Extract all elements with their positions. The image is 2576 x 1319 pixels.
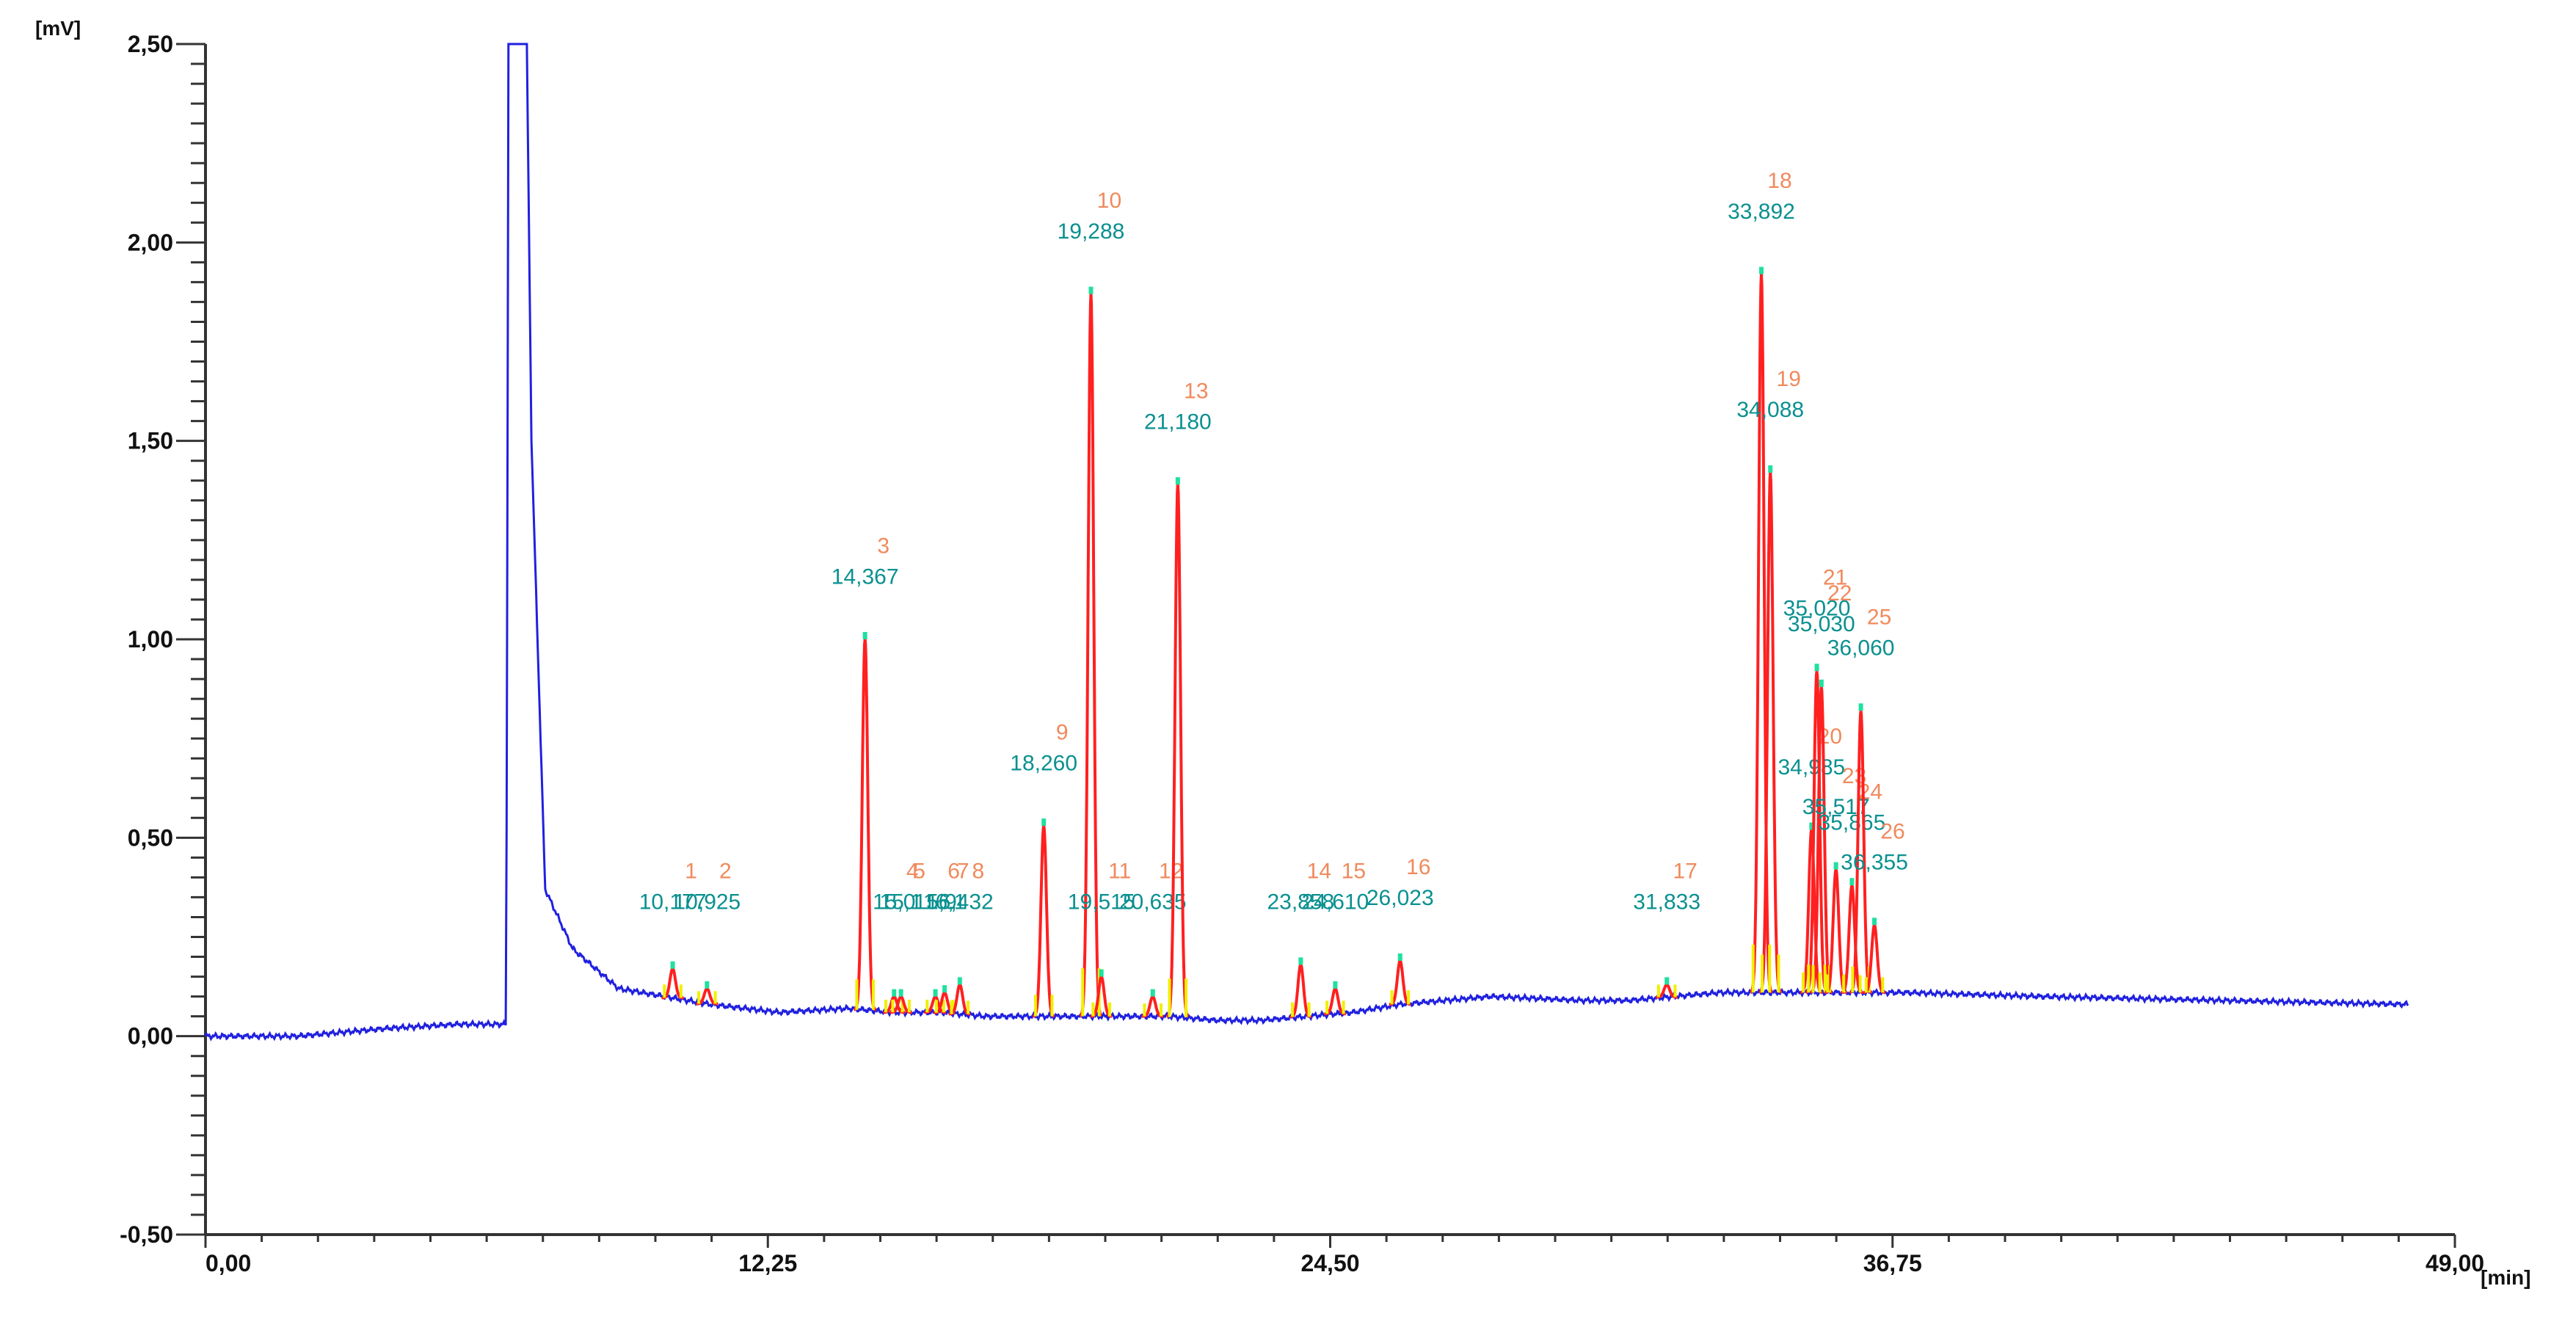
peak-4: 15,04	[873, 860, 919, 1014]
peak-retention-time: 34,985	[1778, 755, 1845, 780]
peak-retention-time: 16,432	[926, 890, 994, 915]
peak-number: 15	[1342, 860, 1366, 884]
y-tick-label: 0,00	[128, 1023, 173, 1050]
peak-apex-marker	[1041, 818, 1047, 826]
peaks-layer: 10,177110,925214,367315,0415,1515,9616,1…	[639, 169, 1908, 1019]
peak-apex-marker	[1397, 953, 1402, 961]
peak-apex-marker	[957, 977, 962, 985]
peak-apex-marker	[1175, 477, 1180, 485]
peak-apex-marker	[942, 985, 947, 993]
peak-retention-time: 24,610	[1301, 890, 1369, 915]
y-axis-unit: [mV]	[35, 17, 81, 40]
peak-number: 14	[1307, 860, 1331, 884]
peak-18: 33,892 18	[1728, 169, 1795, 994]
peak-retention-time: 14,367	[832, 564, 899, 589]
peak-2: 10,925 2	[673, 860, 741, 1006]
peak-apex-marker	[892, 989, 897, 997]
x-axis-unit: [min]	[2481, 1266, 2530, 1289]
peak-apex-marker	[1858, 703, 1863, 711]
peak-apex-marker	[898, 989, 903, 997]
peak-apex-marker	[1758, 266, 1764, 275]
peak-number: 19	[1777, 367, 1801, 391]
y-tick-label: 1,50	[128, 428, 173, 454]
peak-retention-time: 36,355	[1841, 851, 1908, 875]
y-tick-label: -0,50	[120, 1221, 173, 1248]
peak-5: 15,15	[879, 860, 925, 1014]
peak-number: 7	[957, 860, 969, 884]
peak-14: 23,85814	[1267, 860, 1334, 1019]
peak-number: 12	[1159, 860, 1183, 884]
peak-19: 34,088 19	[1736, 367, 1804, 994]
y-tick-label: 0,50	[128, 824, 173, 851]
peak-number: 22	[1827, 581, 1852, 606]
peak-apex-marker	[705, 981, 710, 989]
peak-apex-marker	[1150, 989, 1155, 997]
peak-number: 2	[719, 860, 732, 884]
y-tick-label: 2,00	[128, 229, 173, 255]
peak-number: 26	[1880, 820, 1904, 844]
y-tick-label: 2,50	[128, 31, 173, 57]
peak-apex-marker	[1333, 981, 1338, 989]
x-tick-label: 24,50	[1300, 1250, 1359, 1276]
peak-retention-time: 34,088	[1736, 398, 1804, 422]
peak-apex-marker	[1819, 679, 1824, 687]
peak-13: 21,180 13	[1144, 379, 1212, 1019]
y-tick-label: 1,00	[128, 626, 173, 653]
peak-apex-marker	[1768, 465, 1773, 473]
peak-number: 10	[1097, 189, 1121, 213]
peak-apex-marker	[933, 989, 938, 997]
peak-number: 1	[685, 860, 697, 884]
peak-apex-marker	[1872, 918, 1877, 926]
peak-apex-marker	[1298, 957, 1303, 965]
peak-number: 18	[1767, 169, 1791, 193]
x-tick-label: 0,00	[205, 1250, 251, 1276]
peak-1: 10,1771	[639, 860, 706, 1000]
peak-retention-time: 20,635	[1119, 890, 1187, 915]
peak-apex-marker	[1664, 977, 1670, 985]
peak-retention-time: 35,030	[1788, 612, 1855, 636]
peak-retention-time: 19,288	[1058, 219, 1125, 244]
peak-apex-marker	[1849, 878, 1855, 886]
peak-number: 3	[877, 534, 889, 558]
peak-apex-marker	[862, 632, 867, 639]
peak-apex-marker	[1099, 969, 1104, 977]
peak-retention-time: 35,865	[1819, 811, 1886, 835]
peak-number: 13	[1184, 379, 1208, 403]
peak-number: 25	[1867, 606, 1891, 630]
peak-apex-marker	[1833, 862, 1838, 870]
peak-retention-time: 33,892	[1728, 200, 1795, 224]
peak-number: 16	[1406, 855, 1430, 879]
x-tick-label: 49,00	[2426, 1250, 2484, 1276]
peak-curve	[1165, 484, 1190, 1019]
peak-number: 8	[972, 860, 984, 884]
chromatogram-chart: [mV] [min] 2,50 2,00 1,50 1,00 0,50 0,00 -0,50…	[35, 17, 2530, 1289]
peak-16: 26,023 16	[1367, 855, 1434, 1006]
x-tick-label: 12,25	[738, 1250, 797, 1276]
peak-retention-time: 26,023	[1367, 886, 1434, 910]
peak-9: 18,260 9	[1010, 720, 1077, 1018]
peak-retention-time: 18,260	[1010, 751, 1077, 775]
peak-number: 11	[1108, 860, 1131, 884]
peak-number: 9	[1056, 720, 1069, 744]
x-tick-label: 36,75	[1863, 1250, 1922, 1276]
peak-number: 17	[1673, 860, 1697, 884]
axes: 2,502,001,501,000,500,00-0,500,00 12,25 24…	[120, 31, 2484, 1276]
peak-17: 31,833 17	[1633, 860, 1700, 999]
peak-retention-time: 36,060	[1827, 636, 1895, 661]
peak-apex-marker	[1814, 664, 1819, 672]
peak-retention-time: 21,180	[1144, 410, 1212, 434]
peak-retention-time: 31,833	[1633, 890, 1700, 915]
peak-curve	[854, 639, 877, 1011]
peak-curve	[1033, 825, 1055, 1018]
peak-apex-marker	[670, 961, 675, 969]
peak-apex-marker	[1088, 286, 1094, 294]
peak-11: 19,51511	[1068, 860, 1135, 1018]
peak-number: 5	[913, 860, 925, 884]
peak-retention-time: 10,925	[673, 890, 741, 915]
peak-3: 14,367 3	[832, 534, 899, 1011]
